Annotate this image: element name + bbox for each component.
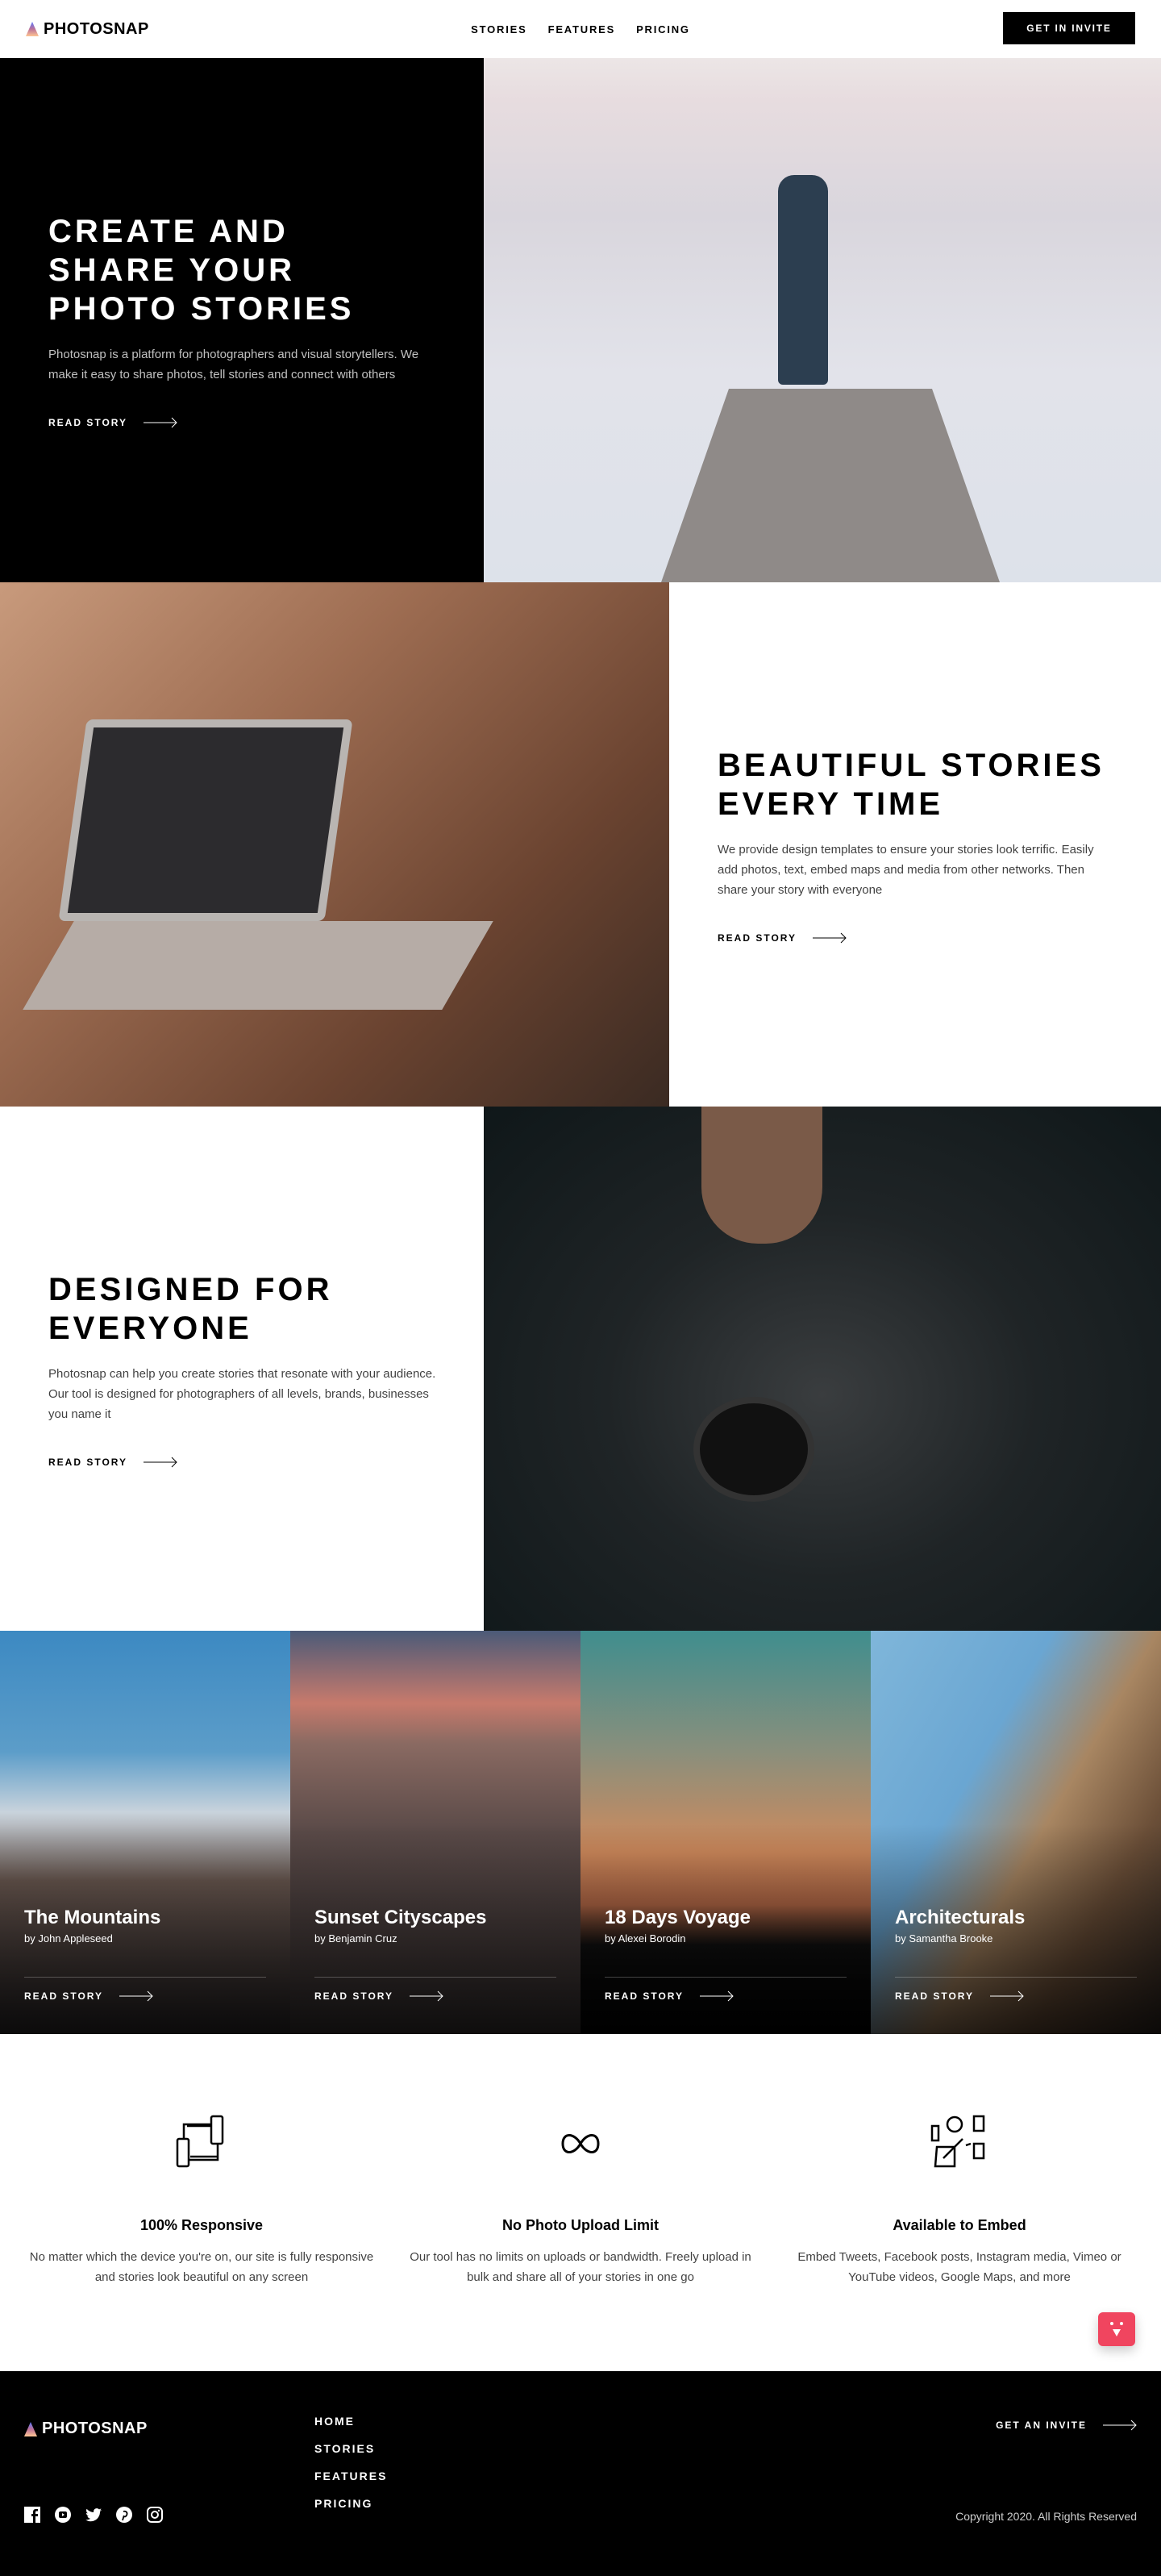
feature-title: 100% Responsive [139,2217,264,2233]
designed-text: DESIGNED FOR EVERYONE Photosnap can help… [0,1107,484,1631]
hero-title: CREATE AND SHARE YOUR PHOTO STORIES [48,214,355,327]
responsive-devices-icon [176,2115,224,2168]
footer-nav-home[interactable]: HOME [314,2415,387,2428]
story-card[interactable]: Architecturals by Samantha Brooke READ ST… [871,1631,1161,2034]
copyright: Copyright 2020. All Rights Reserved [955,2510,1137,2523]
photographer-camera-image [484,1107,1161,1631]
hero-image-pier [484,58,1161,582]
hero-section: CREATE AND SHARE YOUR PHOTO STORIES Phot… [0,58,1161,582]
chat-widget-button[interactable] [1098,2312,1135,2346]
feature-item: No Photo Upload Limit Our tool has no li… [403,2115,758,2371]
logo[interactable]: PHOTOSNAP [26,20,149,39]
section-title: DESIGNED FOR EVERYONE [48,1271,333,1346]
story-read-link[interactable]: READ STORY [314,1977,556,2002]
arrow-right-icon [813,932,847,943]
designed-for-everyone-section: DESIGNED FOR EVERYONE Photosnap can help… [0,1107,1161,1631]
twitter-icon[interactable] [85,2507,102,2523]
feature-text: Our tool has no limits on uploads or ban… [410,2250,751,2284]
story-title: The Mountains [24,1907,161,1928]
story-title: 18 Days Voyage [605,1907,751,1928]
story-read-link[interactable]: READ STORY [895,1977,1137,2002]
chat-face-icon [1110,2322,1123,2336]
nav-stories[interactable]: STORIES [471,23,526,35]
section-description: Photosnap can help you create stories th… [48,1366,436,1421]
footer-nav: HOME STORIES FEATURES PRICING [314,2415,387,2510]
story-card[interactable]: Sunset Cityscapes by Benjamin Cruz READ S… [290,1631,580,2034]
youtube-icon[interactable] [55,2507,71,2523]
story-title: Architecturals [895,1907,1026,1928]
story-card[interactable]: 18 Days Voyage by Alexei Borodin READ STO… [580,1631,871,2034]
section-title: BEAUTIFUL STORIES EVERY TIME [718,747,1105,822]
feature-text: No matter which the device you're on, ou… [29,2250,374,2284]
arrow-right-icon [1103,2420,1137,2431]
story-author: by Benjamin Cruz [314,1932,397,1945]
footer-logo[interactable]: PHOTOSNAP [24,2420,148,2438]
facebook-icon[interactable] [24,2507,40,2523]
logo-triangle-icon [24,2421,37,2436]
story-author: by John Appleseed [24,1932,113,1945]
feature-item: 100% Responsive No matter which the devi… [24,2115,379,2371]
read-story-link[interactable]: READ STORY [718,932,1113,944]
get-invite-button[interactable]: GET IN INVITE [1003,12,1135,44]
feature-title: Available to Embed [893,2217,1026,2233]
top-nav: PHOTOSNAP STORIES FEATURES PRICING GET I… [0,0,1161,58]
feature-item: Available to Embed Embed Tweets, Faceboo… [782,2115,1137,2371]
laptop-desk-image [0,582,669,1107]
beautiful-stories-section: BEAUTIFUL STORIES EVERY TIME We provide … [0,582,1161,1107]
arrow-right-icon [410,1990,443,2002]
hero-read-story-link[interactable]: READ STORY [48,417,435,428]
story-read-link[interactable]: READ STORY [605,1977,847,2002]
beautiful-stories-text: BEAUTIFUL STORIES EVERY TIME We provide … [669,582,1161,1107]
infinity-icon [561,2134,600,2153]
footer-nav-stories[interactable]: STORIES [314,2442,387,2455]
social-links [24,2507,163,2523]
nav-pricing[interactable]: PRICING [636,23,690,35]
logo-triangle-icon [26,22,39,36]
embed-media-icon [930,2115,985,2168]
brand-name: PHOTOSNAP [44,19,149,38]
story-author: by Alexei Borodin [605,1932,686,1945]
footer-nav-pricing[interactable]: PRICING [314,2497,387,2510]
story-read-link[interactable]: READ STORY [24,1977,266,2002]
read-story-link[interactable]: READ STORY [48,1457,435,1468]
footer-nav-features[interactable]: FEATURES [314,2470,387,2482]
arrow-right-icon [700,1990,734,2002]
arrow-right-icon [144,417,177,428]
story-title: Sunset Cityscapes [314,1907,487,1928]
footer: PHOTOSNAP HOME STORIES FEATURES PRICING … [0,2371,1161,2576]
arrow-right-icon [144,1457,177,1467]
hero-description: Photosnap is a platform for photographer… [48,348,419,381]
footer-get-invite-link[interactable]: GET AN INVITE [996,2420,1137,2431]
instagram-icon[interactable] [147,2507,163,2523]
arrow-right-icon [119,1990,153,2002]
feature-text: Embed Tweets, Facebook posts, Instagram … [797,2250,1121,2284]
section-description: We provide design templates to ensure yo… [718,842,1094,897]
arrow-right-icon [990,1990,1024,2002]
feature-title: No Photo Upload Limit [502,2217,659,2233]
pinterest-icon[interactable] [116,2507,132,2523]
hero-text: CREATE AND SHARE YOUR PHOTO STORIES Phot… [0,58,484,582]
features-section: 100% Responsive No matter which the devi… [0,2034,1161,2371]
story-card[interactable]: The Mountains by John Appleseed READ STOR… [0,1631,290,2034]
main-menu: STORIES FEATURES PRICING [471,23,690,35]
story-author: by Samantha Brooke [895,1932,993,1945]
stories-grid: The Mountains by John Appleseed READ STOR… [0,1631,1161,2034]
nav-features[interactable]: FEATURES [548,23,616,35]
